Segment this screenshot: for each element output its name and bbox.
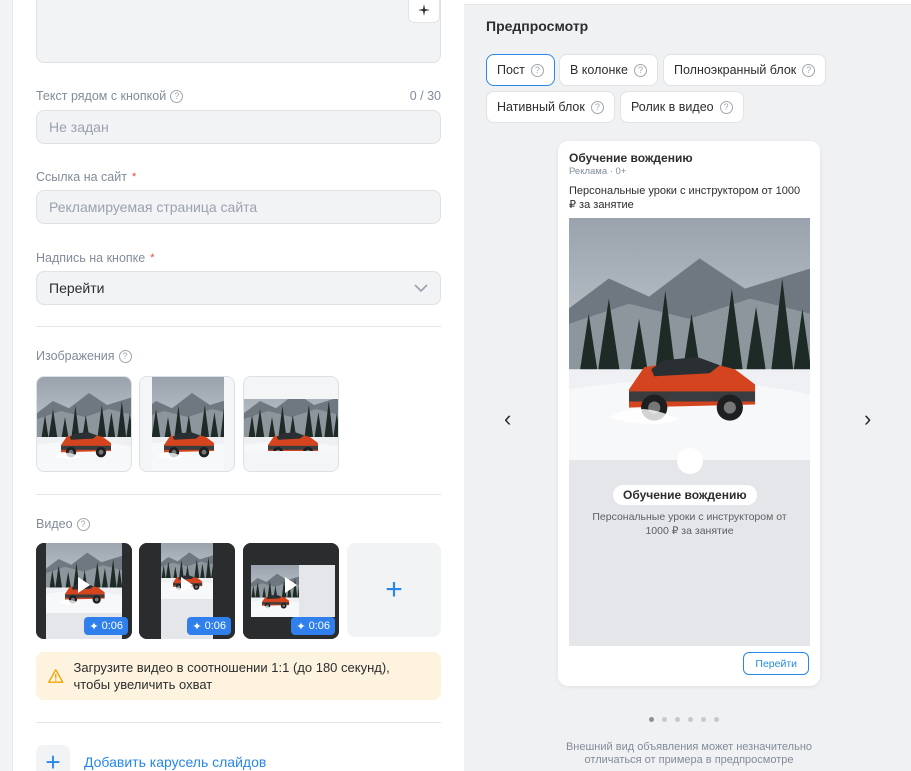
sparkle-icon: ✦ — [296, 620, 306, 633]
avatar — [677, 448, 703, 474]
warning-icon — [48, 669, 64, 683]
ad-preview-card: Обучение вождению Реклама · 0+ Персональ… — [558, 141, 820, 686]
divider — [36, 722, 441, 723]
help-icon[interactable]: ? — [170, 89, 184, 103]
tab-label: Ролик в видео — [631, 100, 714, 114]
sparkle-icon: ✦ — [89, 620, 99, 633]
required-mark: * — [150, 252, 155, 264]
sparkle-icon — [418, 4, 430, 16]
help-icon: ? — [530, 63, 544, 77]
video-label: Видео ? — [36, 517, 90, 531]
left-gutter — [0, 0, 13, 771]
duration-text: 0:06 — [204, 620, 226, 632]
media-text: Персональные уроки с инструктором от 100… — [592, 511, 787, 537]
carousel-dot[interactable] — [701, 717, 706, 722]
card-ad-label: Реклама · 0+ — [569, 166, 627, 177]
add-video-button[interactable]: + — [347, 543, 441, 637]
tab-fullscreen[interactable]: Полноэкранный блок? — [663, 54, 827, 86]
text-near-button-label: Текст рядом с кнопкой ? — [36, 89, 184, 103]
site-link-label: Ссылка на сайт * — [36, 170, 136, 184]
video-thumb-square[interactable]: ✦ 0:06 — [36, 543, 132, 639]
play-icon — [181, 577, 193, 594]
card-media: Обучение вождению Персональные уроки с и… — [569, 218, 810, 646]
tab-native[interactable]: Нативный блок? — [486, 91, 615, 123]
tab-column[interactable]: В колонке? — [559, 54, 658, 86]
button-caption-select[interactable]: Перейти — [36, 271, 441, 305]
ad-text-textarea[interactable] — [36, 0, 441, 63]
help-icon: ? — [719, 100, 733, 114]
tab-label: Пост — [497, 63, 525, 77]
video-thumb-vertical[interactable]: ✦ 0:06 — [139, 543, 235, 639]
card-photo — [569, 218, 810, 460]
preview-note: Внешний вид объявления может незначитель… — [565, 741, 813, 766]
card-description: Персональные уроки с инструктором от 100… — [569, 185, 801, 211]
text-near-button-label-text: Текст рядом с кнопкой — [36, 89, 167, 103]
sparkle-icon: ✦ — [192, 620, 202, 633]
preview-panel: Предпросмотр Пост? В колонке? Полноэкран… — [464, 0, 911, 771]
site-link-input[interactable]: Рекламируемая страница сайта — [36, 190, 441, 224]
button-caption-label: Надпись на кнопке * — [36, 251, 155, 265]
text-near-button-input[interactable]: Не задан — [36, 110, 441, 144]
duration-badge: ✦ 0:06 — [84, 617, 128, 635]
image-thumb-horizontal[interactable] — [243, 376, 339, 472]
card-cta-button[interactable]: Перейти — [743, 652, 809, 675]
tab-post[interactable]: Пост? — [486, 54, 555, 86]
duration-badge: ✦ 0:06 — [291, 617, 335, 635]
tab-label: В колонке — [570, 63, 628, 77]
help-icon[interactable]: ? — [76, 517, 90, 531]
top-border — [464, 0, 911, 5]
play-icon — [285, 577, 297, 594]
video-thumb-horizontal[interactable]: ✦ 0:06 — [243, 543, 339, 639]
preview-title: Предпросмотр — [486, 18, 589, 34]
site-link-label-text: Ссылка на сайт — [36, 170, 127, 184]
image-thumb-square[interactable] — [36, 376, 132, 472]
carousel-dot[interactable] — [649, 717, 654, 722]
ad-form: Текст рядом с кнопкой ? 0 / 30 Не задан … — [13, 0, 464, 771]
image-preview — [244, 377, 338, 471]
carousel-dot[interactable] — [714, 717, 719, 722]
button-caption-value: Перейти — [49, 280, 105, 296]
char-counter: 0 / 30 — [409, 89, 441, 103]
tab-video-roll[interactable]: Ролик в видео? — [620, 91, 744, 123]
duration-text: 0:06 — [101, 620, 123, 632]
duration-text: 0:06 — [308, 620, 330, 632]
divider — [36, 326, 441, 327]
play-icon — [78, 577, 90, 594]
tab-label: Нативный блок — [497, 100, 585, 114]
warning-text: Загрузите видео в соотношении 1:1 (до 18… — [73, 660, 390, 692]
ai-generate-button[interactable] — [408, 0, 440, 23]
duration-badge: ✦ 0:06 — [187, 617, 231, 635]
carousel-dot[interactable] — [675, 717, 680, 722]
carousel-dots — [649, 717, 719, 722]
required-mark: * — [131, 171, 137, 183]
help-icon[interactable]: ? — [118, 349, 132, 363]
video-ratio-warning: Загрузите видео в соотношении 1:1 (до 18… — [36, 652, 441, 700]
add-carousel-label: Добавить карусель слайдов — [84, 754, 267, 770]
button-caption-label-text: Надпись на кнопке — [36, 251, 146, 265]
tab-label: Полноэкранный блок — [674, 63, 797, 77]
prev-arrow-icon[interactable]: ‹ — [504, 406, 511, 432]
image-preview — [37, 377, 131, 471]
help-icon: ? — [590, 100, 604, 114]
chevron-down-icon — [414, 284, 428, 292]
carousel-dot[interactable] — [662, 717, 667, 722]
image-thumb-vertical[interactable] — [139, 376, 235, 472]
divider — [36, 494, 441, 495]
media-heading: Обучение вождению — [613, 485, 757, 505]
plus-icon: + — [36, 745, 70, 771]
card-title: Обучение вождению — [569, 151, 693, 165]
images-label-text: Изображения — [36, 349, 115, 363]
image-preview — [140, 377, 234, 471]
video-label-text: Видео — [36, 517, 73, 531]
help-icon: ? — [633, 63, 647, 77]
images-label: Изображения ? — [36, 349, 132, 363]
help-icon: ? — [802, 63, 816, 77]
carousel-dot[interactable] — [688, 717, 693, 722]
add-carousel-button[interactable]: + Добавить карусель слайдов — [36, 745, 266, 771]
next-arrow-icon[interactable]: › — [864, 406, 871, 432]
